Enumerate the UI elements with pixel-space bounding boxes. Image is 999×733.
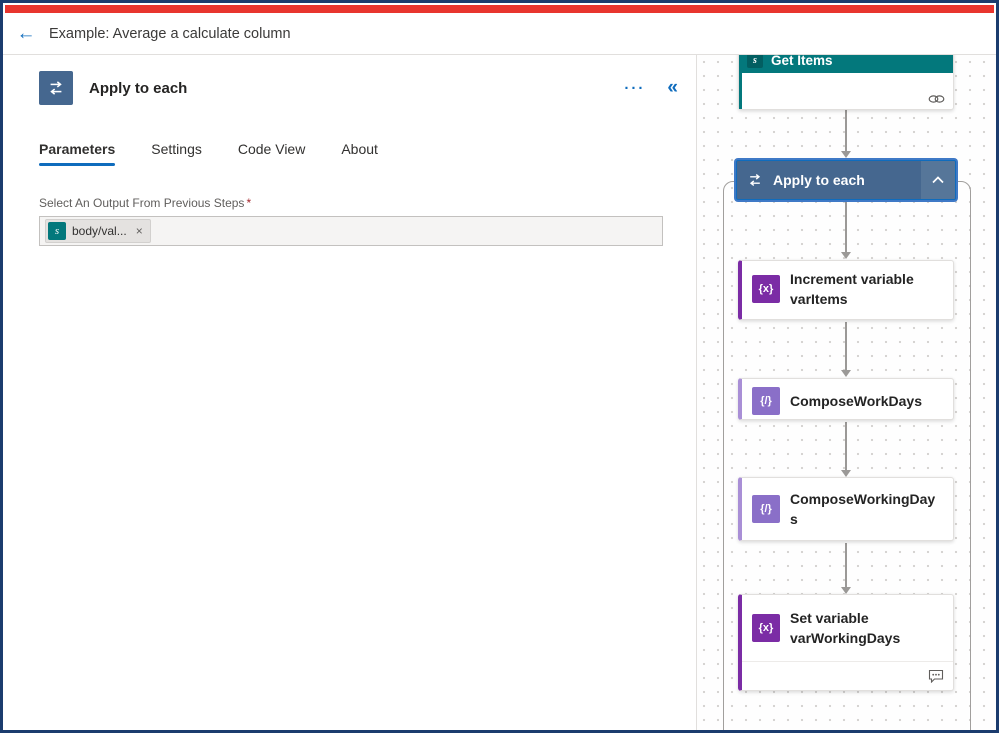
get-items-title: Get Items: [771, 55, 833, 68]
tab-parameters[interactable]: Parameters: [39, 141, 116, 166]
dynamic-content-token[interactable]: s body/val... ×: [45, 219, 151, 243]
flow-canvas: s Get Items Apply to each {x} Increment …: [697, 55, 996, 730]
connector-arrow: [841, 107, 851, 158]
node-row: {x} Set variable varWorkingDays: [742, 595, 953, 661]
app-window: ← Example: Average a calculate column Ap…: [0, 0, 999, 733]
top-red-bar: [5, 5, 994, 13]
tab-about[interactable]: About: [341, 141, 378, 166]
main-body: Apply to each ··· « Parameters Settings …: [3, 55, 996, 730]
connection-link-icon[interactable]: [928, 93, 945, 105]
note-strip: [742, 661, 953, 690]
token-text: body/val...: [72, 224, 127, 238]
node-increment-variable[interactable]: {x} Increment variable varItems: [738, 260, 954, 320]
apply-to-each-title: Apply to each: [773, 172, 865, 188]
collapse-scope-button[interactable]: [921, 161, 955, 199]
node-compose-working-days[interactable]: {/} ComposeWorkingDays: [738, 477, 954, 541]
node-set-variable[interactable]: {x} Set variable varWorkingDays: [738, 594, 954, 691]
back-button[interactable]: ←: [3, 24, 49, 43]
loop-icon: [747, 172, 763, 188]
field-label-text: Select An Output From Previous Steps: [39, 196, 245, 210]
compose-icon: {/}: [752, 495, 780, 523]
page-title: Example: Average a calculate column: [49, 25, 291, 42]
node-row: {x} Increment variable varItems: [742, 261, 953, 318]
connector-arrow: [841, 202, 851, 259]
connector-arrow: [841, 543, 851, 594]
action-header: Apply to each ··· «: [39, 71, 682, 105]
required-asterisk: *: [246, 196, 252, 210]
node-row: {/} ComposeWorkDays: [742, 379, 953, 423]
action-title: Apply to each: [89, 79, 188, 97]
comment-icon[interactable]: [928, 669, 944, 683]
apply-to-each-icon: [39, 71, 73, 105]
variable-icon: {x}: [752, 614, 780, 642]
compose-icon: {/}: [752, 387, 780, 415]
connector-arrow: [841, 422, 851, 477]
action-editor-pane: Apply to each ··· « Parameters Settings …: [3, 55, 697, 730]
header-controls: ··· «: [624, 77, 682, 99]
app-header: ← Example: Average a calculate column: [3, 13, 996, 55]
tab-settings[interactable]: Settings: [151, 141, 202, 166]
sharepoint-token-icon: s: [48, 222, 66, 240]
more-options-icon[interactable]: ···: [624, 80, 645, 97]
get-items-body: [739, 73, 953, 109]
sharepoint-icon: s: [747, 55, 763, 68]
node-title: ComposeWorkingDays: [790, 490, 936, 527]
node-get-items[interactable]: s Get Items: [738, 55, 954, 110]
loop-icon: [50, 81, 62, 95]
field-label: Select An Output From Previous Steps *: [39, 196, 682, 210]
chevron-up-icon: [932, 176, 944, 184]
node-title: Set variable varWorkingDays: [790, 609, 901, 646]
output-select-input[interactable]: s body/val... ×: [39, 216, 663, 246]
tab-code-view[interactable]: Code View: [238, 141, 305, 166]
get-items-header: s Get Items: [739, 55, 953, 73]
connector-arrow: [841, 322, 851, 377]
back-arrow-icon: ←: [16, 23, 36, 44]
node-apply-to-each[interactable]: Apply to each: [736, 160, 956, 200]
node-compose-work-days[interactable]: {/} ComposeWorkDays: [738, 378, 954, 420]
node-title: Increment variable varItems: [790, 271, 914, 308]
editor-tabs: Parameters Settings Code View About: [39, 141, 682, 166]
variable-icon: {x}: [752, 275, 780, 304]
collapse-pane-icon[interactable]: «: [667, 77, 678, 99]
token-close-icon[interactable]: ×: [136, 224, 143, 238]
node-row: {/} ComposeWorkingDays: [742, 478, 953, 540]
node-title: ComposeWorkDays: [790, 392, 923, 409]
